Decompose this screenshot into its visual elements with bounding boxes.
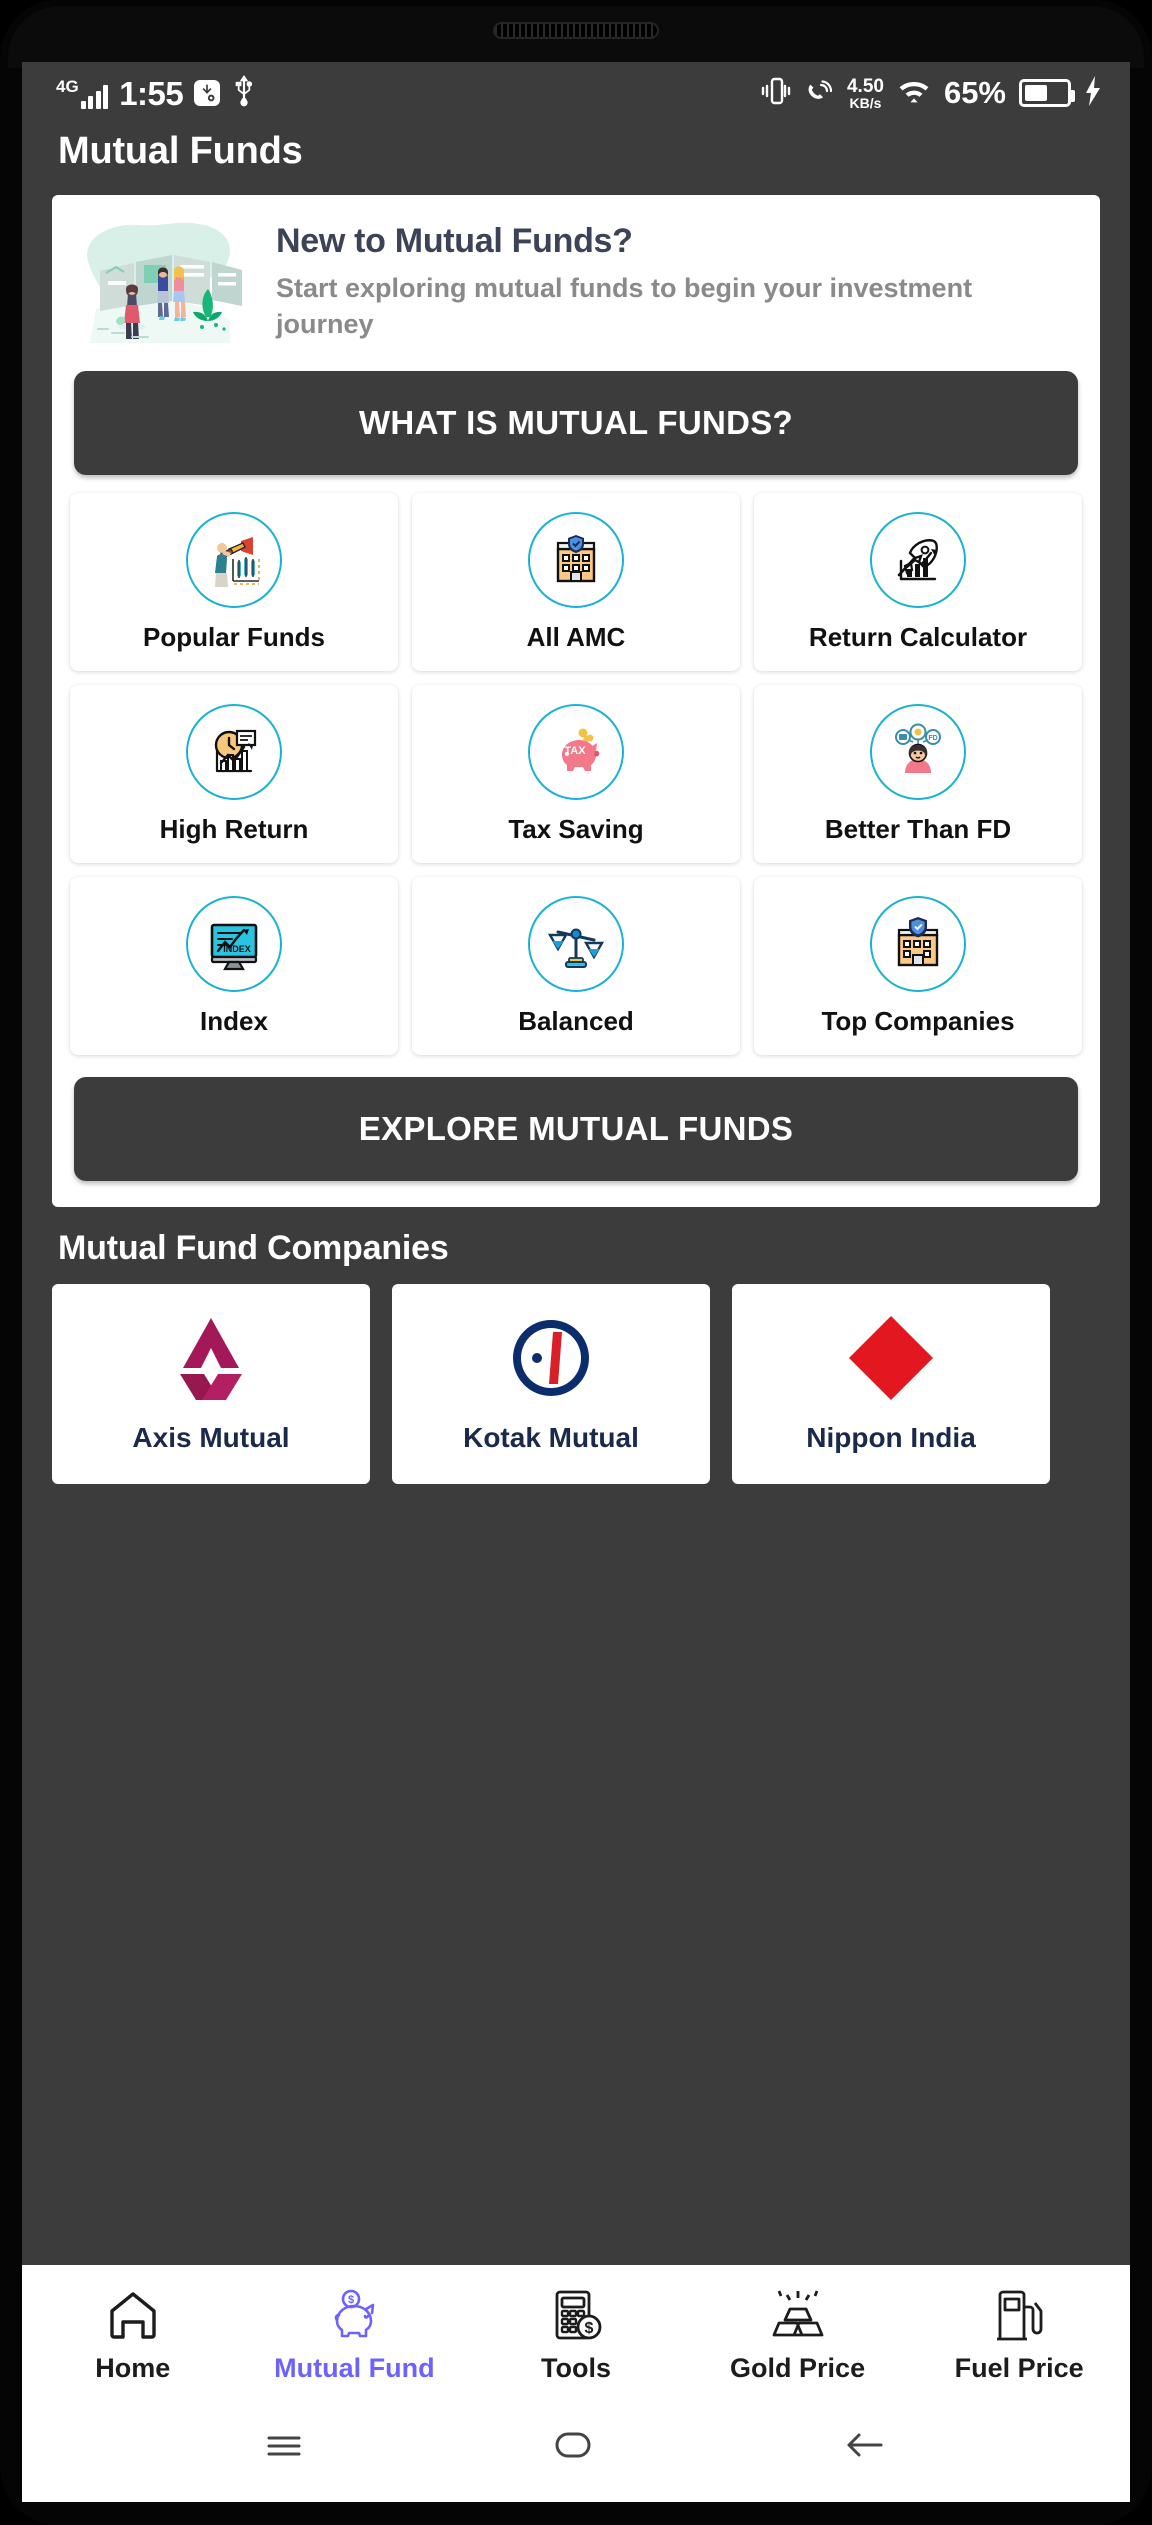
tile-balanced[interactable]: Balanced	[412, 877, 740, 1055]
tile-label: Balanced	[518, 1005, 634, 1036]
tile-label: High Return	[159, 813, 309, 844]
piggy-bank-icon: $	[325, 2281, 383, 2343]
tile-tax-saving[interactable]: TAX Tax Saving	[412, 685, 740, 863]
advisor-person-icon: FD	[870, 703, 966, 800]
recents-icon[interactable]	[261, 2425, 307, 2470]
nav-label: Home	[95, 2353, 171, 2383]
tile-popular-funds[interactable]: Popular Funds	[70, 493, 398, 671]
telescope-chart-icon	[186, 511, 282, 608]
tile-all-amc[interactable]: All AMC	[412, 493, 740, 671]
system-navigation-bar	[22, 2392, 1130, 2502]
clock-bar-chart-icon	[186, 703, 282, 800]
tile-label: Tax Saving	[508, 813, 644, 844]
company-name: Kotak Mutual	[463, 1422, 639, 1453]
company-name: Axis Mutual	[132, 1422, 290, 1453]
nav-label: Mutual Fund	[274, 2353, 435, 2383]
calculator-icon: $	[549, 2281, 603, 2343]
page-title: Mutual Funds	[58, 130, 303, 172]
nav-item-fuel-price[interactable]: Fuel Price	[908, 2281, 1130, 2392]
tax-piggy-bank-icon: TAX	[528, 703, 624, 800]
bottom-navigation: Home $ Mutual Fund $ Tools Gold Price Fu…	[22, 2265, 1130, 2502]
svg-text:$: $	[585, 2320, 594, 2337]
kotak-logo	[487, 1308, 615, 1412]
balance-scales-icon	[528, 895, 624, 992]
company-name: Nippon India	[806, 1422, 976, 1453]
gold-bars-icon	[769, 2281, 827, 2343]
phone-screen: 4G 1:55 4.50 KB/s 65% Mutual Funds New t…	[22, 62, 1130, 2502]
usb-icon	[231, 74, 257, 112]
svg-text:$: $	[348, 2294, 354, 2306]
axis-logo	[147, 1308, 275, 1412]
data-rate-unit: KB/s	[849, 94, 882, 111]
status-clock: 1:55	[119, 74, 184, 112]
what-is-mutual-funds-button[interactable]: WHAT IS MUTUAL FUNDS?	[74, 371, 1078, 475]
back-arrow-icon[interactable]	[839, 2425, 891, 2470]
nav-item-home[interactable]: Home	[22, 2281, 244, 2392]
tile-label: All AMC	[526, 621, 626, 652]
company-card-nippon[interactable]: Nippon India	[732, 1284, 1050, 1484]
nav-item-gold-price[interactable]: Gold Price	[687, 2281, 909, 2392]
data-rate-indicator: 4.50 KB/s	[847, 77, 884, 110]
charging-bolt-icon	[1084, 75, 1102, 111]
home-pill-icon[interactable]	[545, 2425, 601, 2470]
tile-label: Return Calculator	[808, 621, 1028, 652]
index-monitor-icon: INDEX	[186, 895, 282, 992]
banner-heading: New to Mutual Funds?	[276, 222, 633, 261]
category-grid: Popular Funds All AMC Return Calculator …	[52, 493, 1100, 1055]
svg-text:TAX: TAX	[564, 745, 586, 757]
wifi-calling-icon	[804, 76, 834, 111]
tile-label: Index	[200, 1005, 268, 1036]
tile-index[interactable]: INDEX Index	[70, 877, 398, 1055]
nav-item-mutual-fund[interactable]: $ Mutual Fund	[244, 2281, 466, 2392]
usb-debugging-icon	[194, 80, 221, 106]
nippon-logo	[827, 1308, 955, 1412]
nav-item-tools[interactable]: $ Tools	[465, 2281, 687, 2392]
gallery-visitors-illustration	[74, 217, 260, 347]
companies-section-title: Mutual Fund Companies	[58, 1229, 449, 1267]
battery-percent-label: 65%	[943, 75, 1006, 110]
tile-high-return[interactable]: High Return	[70, 685, 398, 863]
main-content: New to Mutual Funds? Start exploring mut…	[22, 195, 1130, 1484]
data-rate-value: 4.50	[846, 75, 884, 97]
company-list: Axis Mutual Kotak Mutual Nippon India	[22, 1284, 1130, 1484]
status-bar: 4G 1:55 4.50 KB/s 65%	[22, 62, 1130, 124]
signal-icon: 4G	[56, 76, 109, 109]
vibrate-icon	[761, 75, 791, 112]
battery-icon	[1019, 79, 1075, 107]
tile-label: Better Than FD	[824, 813, 1012, 844]
mutual-funds-card: New to Mutual Funds? Start exploring mut…	[52, 195, 1100, 1207]
company-shield-icon	[870, 895, 966, 992]
fuel-pump-icon	[992, 2281, 1046, 2343]
tile-label: Top Companies	[821, 1005, 1015, 1036]
wifi-icon	[897, 76, 931, 111]
company-card-kotak[interactable]: Kotak Mutual	[392, 1284, 710, 1484]
intro-banner: New to Mutual Funds? Start exploring mut…	[52, 195, 1100, 357]
home-icon	[105, 2281, 161, 2343]
building-shield-icon	[528, 511, 624, 608]
app-bar: Mutual Funds	[22, 124, 1130, 195]
nav-label: Fuel Price	[954, 2353, 1084, 2383]
banner-subtext: Start exploring mutual funds to begin yo…	[276, 273, 973, 339]
company-card-axis[interactable]: Axis Mutual	[52, 1284, 370, 1484]
tile-return-calculator[interactable]: Return Calculator	[754, 493, 1082, 671]
speaker-grille	[493, 22, 659, 39]
nav-label: Gold Price	[730, 2353, 866, 2383]
tile-better-than-fd[interactable]: FD Better Than FD	[754, 685, 1082, 863]
phone-frame: 4G 1:55 4.50 KB/s 65% Mutual Funds New t…	[0, 0, 1152, 2525]
svg-text:FD: FD	[928, 735, 937, 742]
nav-label: Tools	[540, 2353, 611, 2383]
svg-text:INDEX: INDEX	[223, 944, 251, 954]
banner-text: New to Mutual Funds? Start exploring mut…	[276, 222, 1074, 341]
rocket-growth-icon	[870, 511, 966, 608]
tile-top-companies[interactable]: Top Companies	[754, 877, 1082, 1055]
tile-label: Popular Funds	[143, 621, 325, 652]
explore-mutual-funds-button[interactable]: EXPLORE MUTUAL FUNDS	[74, 1077, 1078, 1181]
network-type-label: 4G	[56, 76, 79, 96]
